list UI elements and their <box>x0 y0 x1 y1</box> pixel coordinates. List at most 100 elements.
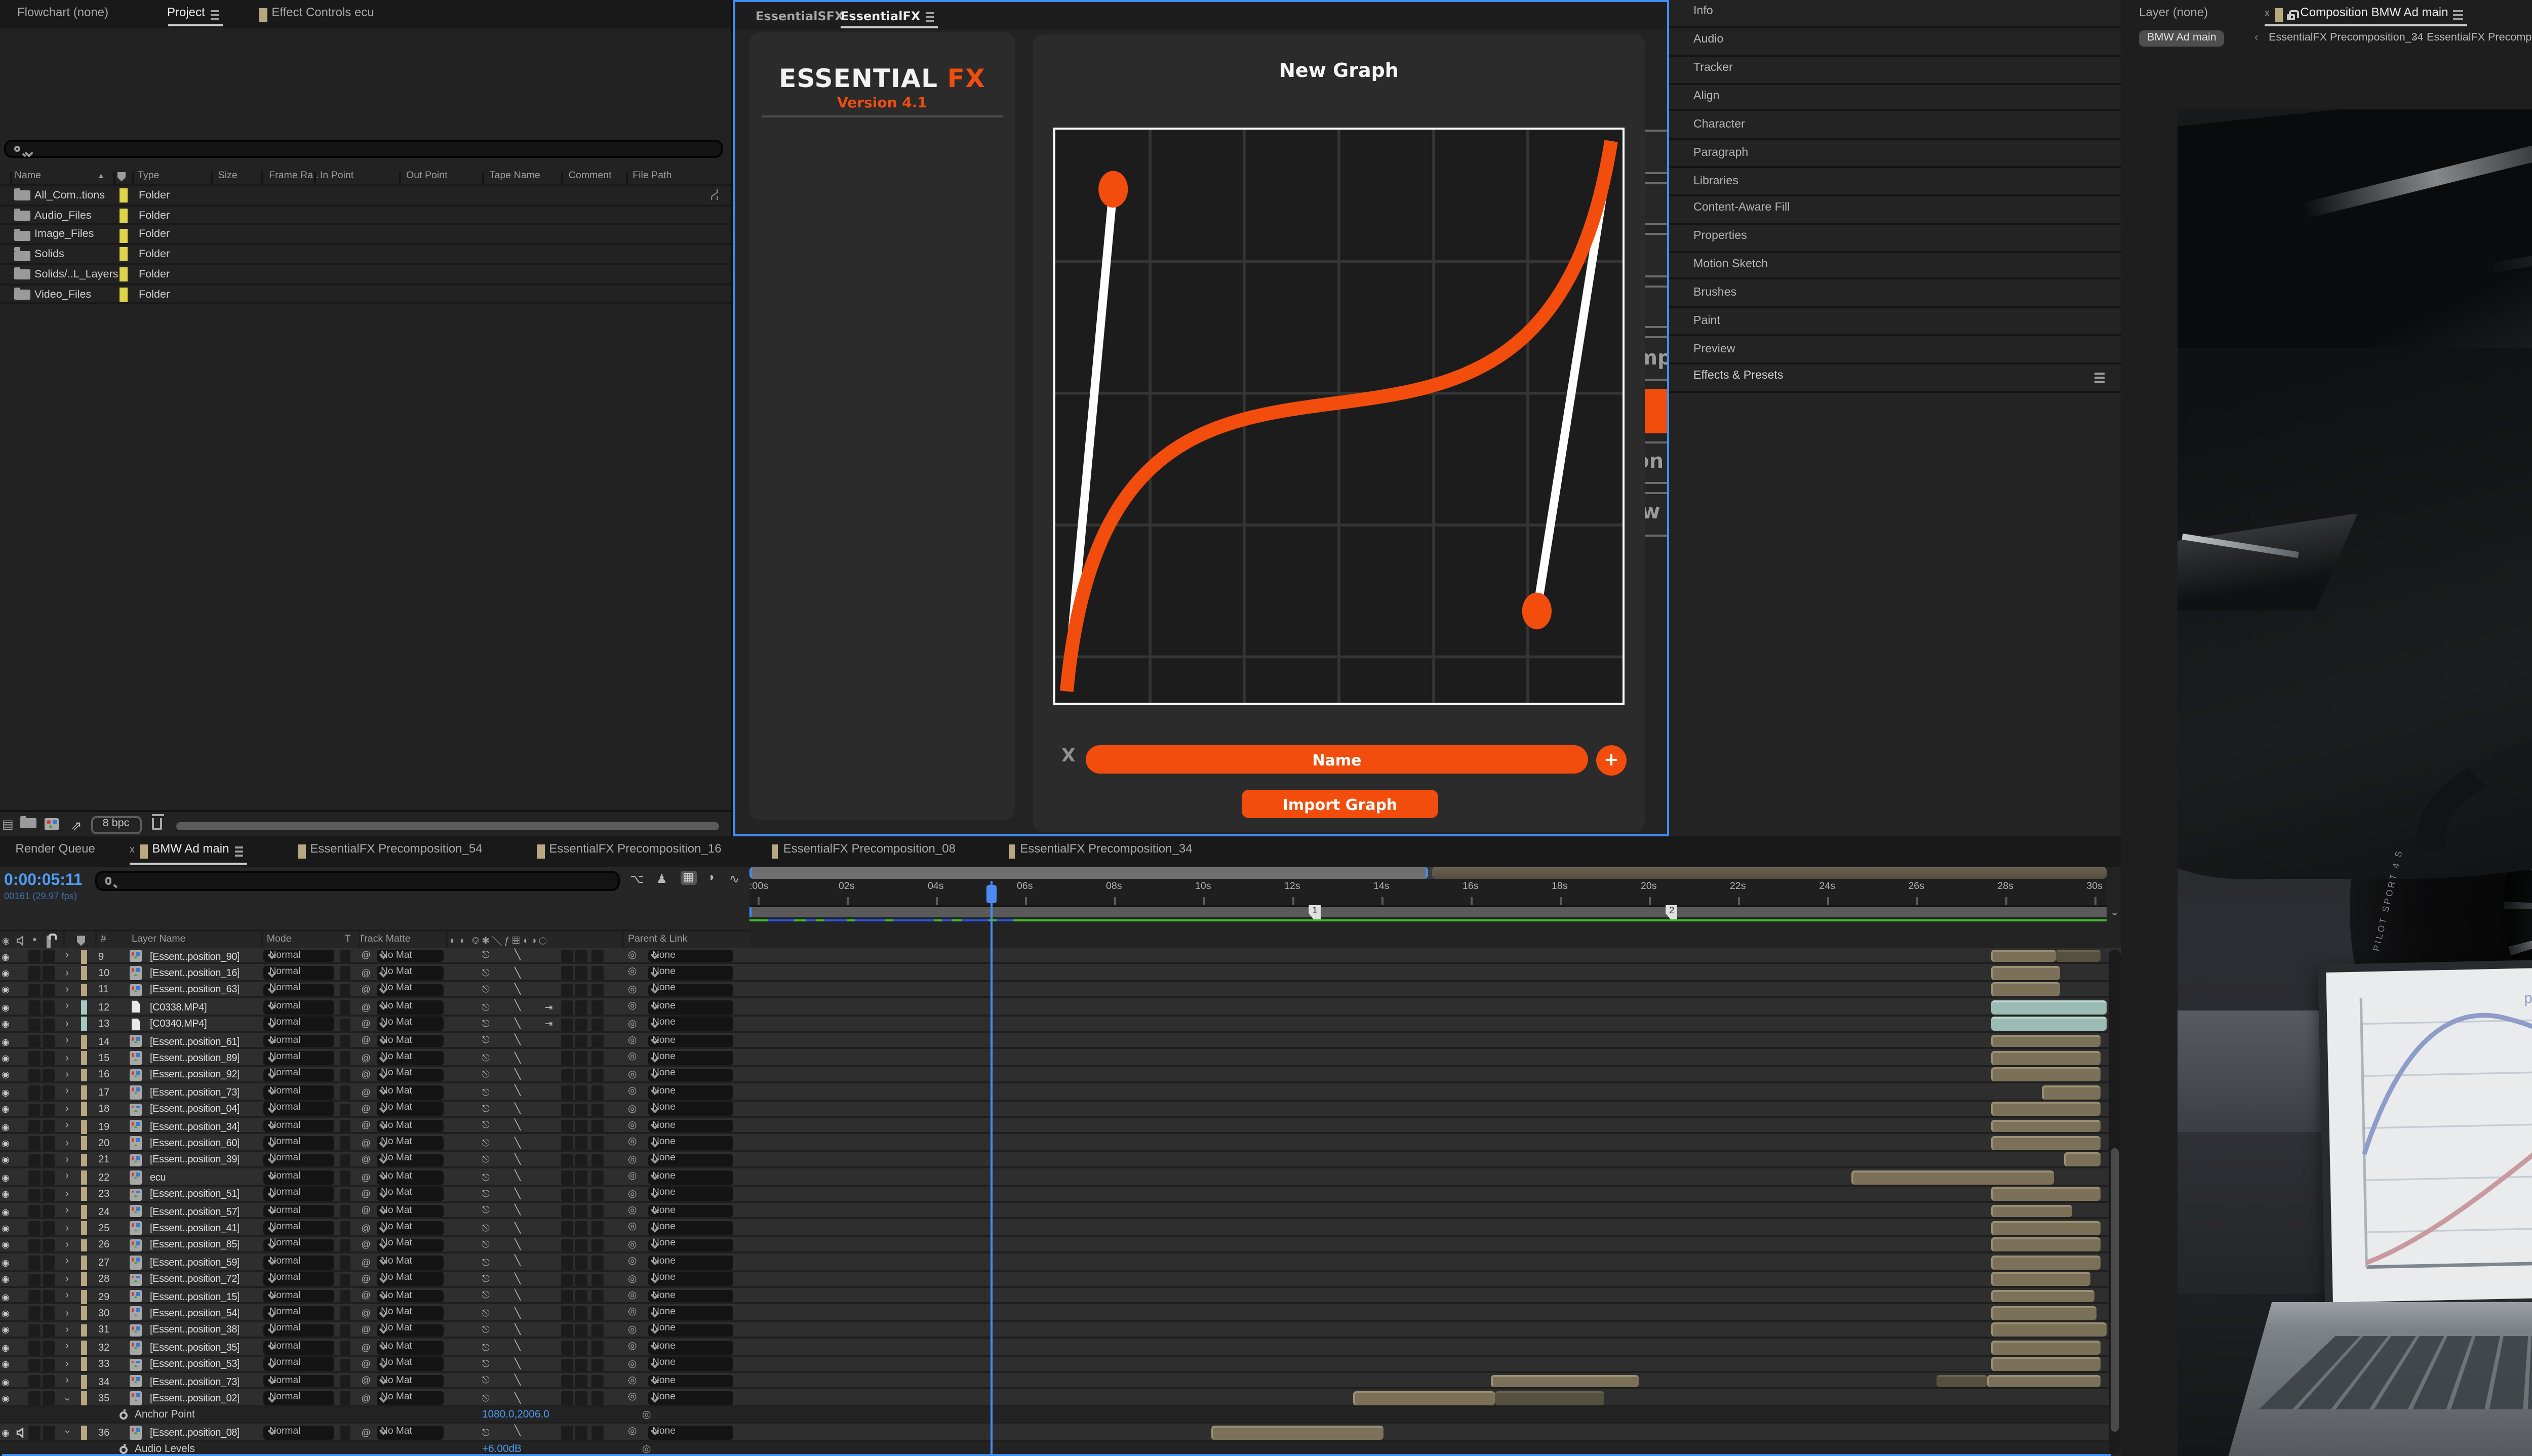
eye-icon[interactable]: ◉ <box>2 1172 9 1184</box>
col-outpoint[interactable]: Out Point <box>406 173 448 183</box>
mode-dropdown[interactable]: Normal <box>264 1119 335 1133</box>
parent-link-dropdown[interactable]: None <box>647 1289 732 1303</box>
dock-panel-tracker[interactable]: Tracker <box>1669 56 2121 84</box>
layer-duration-bar[interactable] <box>1991 983 2061 997</box>
motion-blur-icon[interactable]: ◑ <box>707 873 715 885</box>
track-matte-dropdown[interactable]: No Mat <box>376 1188 444 1201</box>
quality-switch[interactable]: ╲ <box>515 1257 521 1269</box>
label-color-chip[interactable] <box>80 983 87 997</box>
track-matte-icon[interactable]: @ <box>361 1308 371 1318</box>
panel-menu-icon[interactable] <box>2454 9 2463 11</box>
bezier-handle-1[interactable] <box>1097 171 1127 208</box>
layer-name[interactable]: [Essent..position_63] <box>150 985 240 997</box>
preserve-transparency-toggle[interactable] <box>339 1205 351 1218</box>
layer-duration-bar[interactable] <box>1494 1391 1605 1405</box>
track-matte-dropdown[interactable]: No Mat <box>376 1000 444 1014</box>
layer-duration-bar[interactable] <box>1991 1238 2101 1252</box>
layer-name[interactable]: ecu <box>150 1172 166 1184</box>
expand-arrow-icon[interactable]: › <box>65 1086 69 1099</box>
track-matte-dropdown[interactable]: No Mat <box>376 1323 444 1337</box>
layer-duration-bar[interactable] <box>1991 1136 2101 1150</box>
composition-flowchart-icon[interactable]: ⌥ <box>630 873 644 887</box>
dock-panel-brushes[interactable]: Brushes <box>1669 280 2121 308</box>
layer-duration-bar[interactable] <box>1991 949 2056 963</box>
track-matte-icon[interactable]: @ <box>361 1359 371 1369</box>
frame-blend-switch[interactable]: ⇥ <box>545 1019 552 1031</box>
expand-arrow-icon[interactable]: › <box>65 984 69 996</box>
parent-link-dropdown[interactable]: None <box>647 1426 732 1439</box>
parent-link-dropdown[interactable]: None <box>647 1085 732 1099</box>
quality-switch[interactable]: ╲ <box>515 1001 521 1014</box>
property-value[interactable]: 1080.0,2006.0 <box>482 1410 549 1423</box>
timeline-tab-0[interactable]: Render Queue <box>15 836 99 866</box>
layer-name[interactable]: [Essent..position_59] <box>150 1257 240 1269</box>
quality-switch[interactable]: ╲ <box>515 1120 521 1133</box>
layer-name[interactable]: [C0340.MP4] <box>150 1019 207 1031</box>
preserve-transparency-toggle[interactable] <box>339 1392 351 1405</box>
project-hscrollbar[interactable] <box>176 821 719 829</box>
mode-dropdown[interactable]: Normal <box>264 1392 335 1405</box>
preserve-transparency-toggle[interactable] <box>339 1171 351 1184</box>
pickwhip-icon[interactable]: ◎ <box>628 984 637 996</box>
layer-duration-bar[interactable] <box>1991 1289 2095 1303</box>
composition-view-image[interactable]: PILOT SPORT 4 S MICHELIN Total Performan… <box>2178 108 2532 1456</box>
project-search-input[interactable] <box>4 139 723 158</box>
expand-arrow-icon[interactable]: › <box>65 1257 69 1269</box>
pickwhip-icon[interactable]: ◎ <box>628 1086 637 1098</box>
layer-name[interactable]: [Essent..position_73] <box>150 1376 240 1388</box>
eye-icon[interactable]: ◉ <box>2 1274 9 1286</box>
label-color-chip[interactable] <box>80 1222 87 1235</box>
eye-icon[interactable]: ◉ <box>2 1087 9 1099</box>
eye-icon[interactable]: ◉ <box>2 1308 9 1320</box>
dock-panel-character[interactable]: Character <box>1669 112 2121 140</box>
pickwhip-icon[interactable]: ◎ <box>628 1273 637 1285</box>
comp-marker-1[interactable]: 1 <box>1309 905 1321 919</box>
graph-editor-icon[interactable]: ∿ <box>729 873 739 887</box>
preserve-transparency-toggle[interactable] <box>339 984 351 997</box>
pickwhip-icon[interactable]: ◎ <box>642 1409 651 1421</box>
preserve-transparency-toggle[interactable] <box>339 1018 351 1031</box>
track-matte-dropdown[interactable]: No Mat <box>376 1374 444 1388</box>
pickwhip-icon[interactable]: ◎ <box>628 950 637 962</box>
expand-arrow-icon[interactable]: › <box>65 1018 69 1030</box>
parent-link-dropdown[interactable]: None <box>647 1119 732 1133</box>
preserve-transparency-toggle[interactable] <box>339 1154 351 1167</box>
preserve-transparency-toggle[interactable] <box>339 1324 351 1337</box>
import-graph-button[interactable]: Import Graph <box>1242 790 1438 818</box>
track-matte-icon[interactable]: @ <box>361 1121 371 1131</box>
dock-panel-align[interactable]: Align <box>1669 84 2121 112</box>
col-name[interactable]: Name <box>15 173 41 183</box>
layer-duration-bar[interactable] <box>1991 1204 2072 1218</box>
track-matte-dropdown[interactable]: No Mat <box>376 966 444 980</box>
label-color-chip[interactable] <box>120 268 127 282</box>
collapse-transformations-switch[interactable]: ⎋ <box>482 1070 490 1080</box>
preserve-transparency-toggle[interactable] <box>339 1307 351 1320</box>
quality-switch[interactable]: ╲ <box>515 1222 521 1234</box>
mode-dropdown[interactable]: Normal <box>264 1018 335 1031</box>
track-matte-icon[interactable]: @ <box>361 951 371 961</box>
parent-link-dropdown[interactable]: None <box>647 1068 732 1081</box>
mode-dropdown[interactable]: Normal <box>264 1051 335 1065</box>
parent-link-dropdown[interactable]: None <box>647 966 732 980</box>
time-navigator[interactable] <box>749 867 2107 878</box>
layer-row[interactable]: ◉ › 31 [Essent..position_38] Normal @ No… <box>0 1322 749 1339</box>
col-comment[interactable]: Comment <box>569 173 612 183</box>
label-color-chip[interactable] <box>80 1204 87 1218</box>
timeline-search-input[interactable] <box>96 871 620 890</box>
preserve-transparency-toggle[interactable] <box>339 1035 351 1048</box>
track-matte-icon[interactable]: @ <box>361 1257 371 1267</box>
quality-switch[interactable]: ╲ <box>515 1239 521 1251</box>
layer-name[interactable]: [Essent..position_73] <box>150 1087 240 1099</box>
dock-panel-properties[interactable]: Properties <box>1669 224 2121 252</box>
parent-link-dropdown[interactable]: None <box>647 949 732 962</box>
track-matte-dropdown[interactable]: No Mat <box>376 1222 444 1235</box>
pickwhip-icon[interactable]: ◎ <box>628 1137 637 1149</box>
quality-switch[interactable]: ╲ <box>515 1205 521 1218</box>
layer-name[interactable]: [Essent..position_60] <box>150 1138 240 1150</box>
label-color-chip[interactable] <box>80 1238 87 1252</box>
parent-link-dropdown[interactable]: None <box>647 1238 732 1251</box>
layer-duration-bar[interactable] <box>1852 1170 2055 1184</box>
label-color-chip[interactable] <box>80 1341 87 1354</box>
preserve-transparency-toggle[interactable] <box>339 1103 351 1116</box>
layer-name[interactable]: [Essent..position_85] <box>150 1240 240 1252</box>
